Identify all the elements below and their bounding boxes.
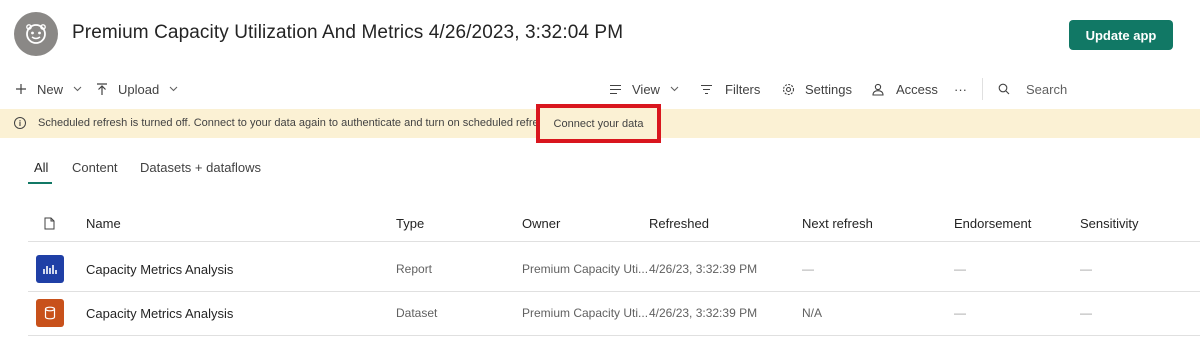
app-header: Premium Capacity Utilization And Metrics… [0,0,1200,70]
new-button[interactable]: New [15,74,82,104]
banner-message: Scheduled refresh is turned off. Connect… [38,117,538,129]
update-app-button[interactable]: Update app [1069,20,1173,50]
tab-content[interactable]: Content [72,160,118,186]
connect-your-data-link[interactable]: Connect your data [536,104,661,143]
more-options-button[interactable]: ··· [954,74,967,104]
new-label: New [37,81,64,97]
column-header-next-refresh[interactable]: Next refresh [802,216,873,231]
column-header-sensitivity[interactable]: Sensitivity [1080,216,1139,231]
view-lines-icon [609,84,622,95]
filter-icon [700,84,713,95]
active-tab-indicator [28,182,52,184]
item-type: Report [396,262,433,276]
info-icon: i [14,117,26,129]
table-row[interactable]: Capacity Metrics Analysis Report Premium… [28,248,1200,292]
item-name[interactable]: Capacity Metrics Analysis [86,262,233,277]
toolbar: New Upload View Filters Settings Access … [0,74,1200,104]
item-owner: Premium Capacity Uti... [522,262,649,276]
column-header-refreshed[interactable]: Refreshed [649,216,709,231]
filters-button[interactable]: Filters [700,74,760,104]
settings-button[interactable]: Settings [782,74,852,104]
item-refreshed: 4/26/23, 3:32:39 PM [649,262,758,276]
column-header-owner[interactable]: Owner [522,216,560,231]
search-icon [998,83,1010,95]
column-header-type[interactable]: Type [396,216,424,231]
page-title: Premium Capacity Utilization And Metrics… [72,22,624,43]
chevron-down-icon [670,84,679,94]
toolbar-divider [982,78,983,100]
item-type: Dataset [396,306,438,320]
item-refreshed: 4/26/23, 3:32:39 PM [649,306,758,320]
upload-icon [96,82,108,96]
chevron-down-icon [73,84,82,94]
access-label: Access [896,81,938,97]
item-next-refresh: N/A [802,306,823,320]
tab-datasets-dataflows[interactable]: Datasets + dataflows [140,160,261,186]
report-icon [36,255,64,283]
chevron-down-icon [169,84,178,94]
table-header: Name Type Owner Refreshed Next refresh E… [28,204,1200,242]
person-icon [872,83,884,96]
item-sensitivity: — [1080,262,1092,276]
access-button[interactable]: Access [872,74,938,104]
file-type-icon [44,217,55,233]
item-sensitivity: — [1080,306,1092,320]
upload-label: Upload [118,81,160,97]
workspace-avatar [14,12,58,56]
item-owner: Premium Capacity Uti... [522,306,649,320]
view-label: View [632,81,660,97]
search-box[interactable]: Search [998,74,1067,104]
item-endorsement: — [954,262,966,276]
more-icon: ··· [954,81,967,97]
search-input[interactable]: Search [1026,82,1067,97]
settings-label: Settings [805,81,852,97]
filters-label: Filters [725,81,761,97]
content-tabs: All Content Datasets + dataflows [0,160,1200,186]
connect-your-data-label: Connect your data [553,117,644,130]
plus-icon [15,83,27,95]
item-name[interactable]: Capacity Metrics Analysis [86,306,233,321]
table-row[interactable]: Capacity Metrics Analysis Dataset Premiu… [28,292,1200,336]
view-button[interactable]: View [609,74,679,104]
item-next-refresh: — [802,262,814,276]
dataset-icon [36,299,64,327]
app-icon [26,24,46,44]
column-header-name[interactable]: Name [86,216,121,231]
item-endorsement: — [954,306,966,320]
upload-button[interactable]: Upload [96,74,178,104]
column-header-endorsement[interactable]: Endorsement [954,216,1031,231]
gear-icon [782,83,795,96]
